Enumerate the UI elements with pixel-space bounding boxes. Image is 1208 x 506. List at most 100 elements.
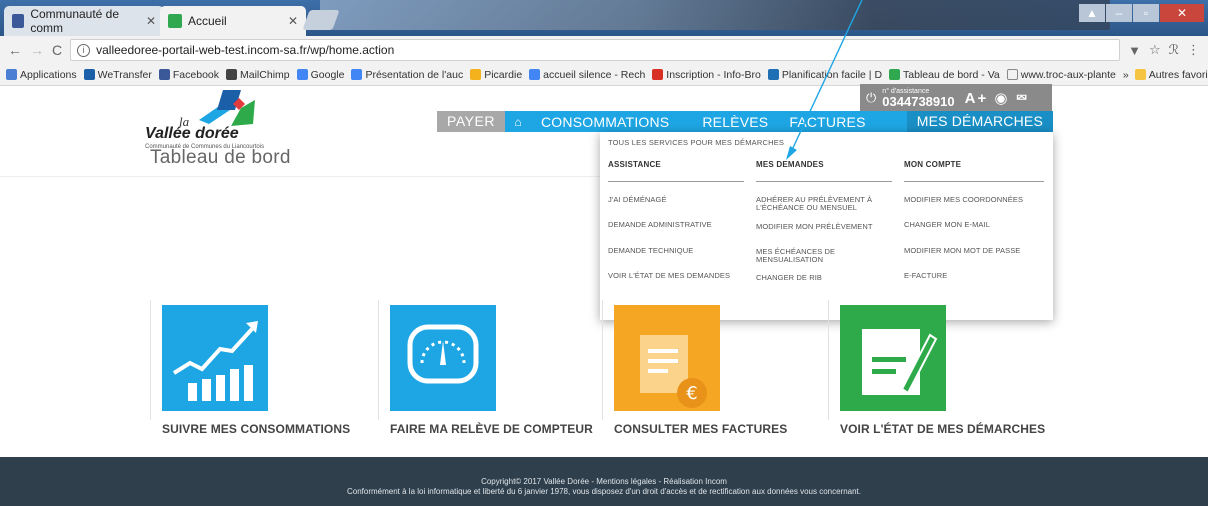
home-icon[interactable]: ⌂ <box>505 115 531 129</box>
meter-gauge-icon <box>390 305 496 411</box>
more-bookmarks-button[interactable]: » <box>1123 69 1129 81</box>
address-bar: ← → C i valleedoree-portail-web-test.inc… <box>0 36 1208 64</box>
dropdown-column-mon-compte: MON COMPTE MODIFIER MES COORDONNÉES CHAN… <box>904 160 1044 300</box>
bookmark-accueil-silence[interactable]: accueil silence - Rech <box>529 69 645 81</box>
forward-icon[interactable]: → <box>30 42 44 58</box>
bookmark-label: Facebook <box>172 68 220 81</box>
all-services-link[interactable]: TOUS LES SERVICES POUR MES DÉMARCHES <box>608 138 1045 147</box>
url-text: valleedoree-portail-web-test.incom-sa.fr… <box>96 43 395 57</box>
link-demenage[interactable]: J'AI DÉMÉNAGÉ <box>608 195 744 204</box>
bookmark-label: WeTransfer <box>97 68 152 81</box>
footer-copyright: Copyright© 2017 Vallée Dorée - Mentions … <box>481 477 727 486</box>
close-window-button[interactable]: ✕ <box>1160 4 1204 22</box>
nav-consommations[interactable]: CONSOMMATIONS <box>531 114 682 130</box>
bookmark-mailchimp[interactable]: MailChimp <box>226 69 290 81</box>
google-icon <box>296 69 308 80</box>
google-icon <box>529 69 541 80</box>
header-divider <box>0 176 600 177</box>
filter-icon[interactable]: ▼ <box>1128 43 1141 58</box>
power-icon[interactable]: ⏻ <box>866 90 876 106</box>
assistance-bar: ⏻ n° d'assistance 0344738910 A+ ◉ ⮹ <box>860 84 1052 111</box>
bookmark-presentation[interactable]: Présentation de l'auc <box>351 69 463 81</box>
link-echeances[interactable]: MES ÉCHÉANCES DE MENSUALISATION <box>756 247 892 265</box>
bookmark-wetransfer[interactable]: WeTransfer <box>83 68 152 81</box>
facebook-icon <box>158 69 170 80</box>
column-title: MES DEMANDES <box>756 160 892 182</box>
footer-legal: Conformément à la loi informatique et li… <box>346 487 862 496</box>
bookmark-troc[interactable]: www.troc-aux-plante <box>1006 68 1116 81</box>
tile-releve[interactable]: FAIRE MA RELÈVE DE COMPTEUR <box>378 300 593 450</box>
menu-icon[interactable]: ⋮ <box>1187 42 1200 58</box>
link-demande-administrative[interactable]: DEMANDE ADMINISTRATIVE <box>608 220 744 229</box>
url-input[interactable]: i valleedoree-portail-web-test.incom-sa.… <box>70 39 1121 61</box>
nav-mes-demarches[interactable]: MES DÉMARCHES <box>906 111 1053 132</box>
link-changer-rib[interactable]: CHANGER DE RIB <box>756 273 892 282</box>
column-title: ASSISTANCE <box>608 160 744 182</box>
tab-title: Communauté de comm <box>30 7 120 35</box>
bookmark-label: Inscription - Info-Bro <box>666 68 761 81</box>
close-tab-icon[interactable]: ✕ <box>288 14 298 28</box>
bookmark-facebook[interactable]: Facebook <box>158 68 220 81</box>
nav-payer[interactable]: PAYER <box>437 111 505 132</box>
link-modifier-coordonnees[interactable]: MODIFIER MES COORDONNÉES <box>904 195 1044 204</box>
user-icon[interactable]: ▲ <box>1079 4 1105 22</box>
facebook-icon <box>12 14 25 28</box>
tabstrip-background <box>320 0 1110 30</box>
bookmark-label: MailChimp <box>240 68 290 81</box>
tile-label: CONSULTER MES FACTURES <box>614 422 788 436</box>
tile-label: VOIR L'ÉTAT DE MES DÉMARCHES <box>840 422 1046 436</box>
tile-label: FAIRE MA RELÈVE DE COMPTEUR <box>390 422 593 436</box>
dropdown-column-mes-demandes: MES DEMANDES ADHÉRER AU PRÉLÈVEMENT À L'… <box>756 160 892 300</box>
bookmarks-bar: Applications WeTransfer Facebook MailChi… <box>0 64 1208 86</box>
info-bro-icon <box>652 69 664 80</box>
bookmark-star-icon[interactable]: ☆ <box>1149 42 1161 58</box>
bookmark-apps[interactable]: Applications <box>6 69 77 81</box>
link-etat-demandes[interactable]: VOIR L'ÉTAT DE MES DEMANDES <box>608 271 744 280</box>
tile-factures[interactable]: € CONSULTER MES FACTURES <box>602 300 802 450</box>
extension-icon[interactable]: ℛ <box>1169 42 1179 58</box>
bookmark-label: Autres favoris <box>1148 68 1208 81</box>
info-icon[interactable]: i <box>77 43 91 57</box>
bookmark-label: Planification facile | D <box>781 68 883 81</box>
tile-demarches[interactable]: VOIR L'ÉTAT DE MES DÉMARCHES <box>828 300 1045 450</box>
link-demande-technique[interactable]: DEMANDE TECHNIQUE <box>608 246 744 255</box>
svg-text:€: € <box>686 383 697 404</box>
bookmark-label: Tableau de bord - Va <box>903 68 1000 81</box>
tab-communaute[interactable]: Communauté de comm ✕ <box>4 6 164 36</box>
link-changer-email[interactable]: CHANGER MON E-MAIL <box>904 220 1044 229</box>
site-favicon-icon <box>889 69 901 80</box>
other-bookmarks[interactable]: Autres favoris <box>1134 68 1208 81</box>
mes-demarches-dropdown: TOUS LES SERVICES POUR MES DÉMARCHES ASS… <box>600 132 1053 320</box>
apps-grid-icon <box>6 69 17 80</box>
dropdown-column-assistance: ASSISTANCE J'AI DÉMÉNAGÉ DEMANDE ADMINIS… <box>608 160 744 300</box>
vallee-doree-logo-icon <box>199 90 255 126</box>
maximize-button[interactable]: ▫ <box>1133 4 1159 22</box>
bookmark-inscription[interactable]: Inscription - Info-Bro <box>652 69 761 81</box>
tab-accueil[interactable]: Accueil ✕ <box>160 6 306 36</box>
nav-releves[interactable]: RELÈVES <box>682 114 781 130</box>
nav-factures[interactable]: FACTURES <box>781 114 878 130</box>
bookmark-picardie[interactable]: Picardie <box>470 69 522 81</box>
wetransfer-icon <box>83 69 95 80</box>
close-tab-icon[interactable]: ✕ <box>146 14 156 28</box>
bookmark-google[interactable]: Google <box>296 69 344 81</box>
site-logo[interactable]: la Vallée dorée Communauté de Communes d… <box>145 88 305 150</box>
column-title: MON COMPTE <box>904 160 1044 182</box>
minimize-button[interactable]: – <box>1106 4 1132 22</box>
folder-icon <box>1134 69 1146 80</box>
doodle-icon <box>767 69 779 80</box>
reload-icon[interactable]: C <box>52 42 62 58</box>
tile-divider <box>602 300 603 420</box>
accessibility-tools[interactable]: A+ ◉ ⮹ <box>965 89 1030 107</box>
link-modifier-prelevement[interactable]: MODIFIER MON PRÉLÈVEMENT <box>756 222 892 231</box>
tile-consommations[interactable]: SUIVRE MES CONSOMMATIONS <box>150 300 350 450</box>
bookmark-label: www.troc-aux-plante <box>1020 68 1116 81</box>
page-title: Tableau de bord <box>150 147 291 168</box>
link-e-facture[interactable]: E-FACTURE <box>904 271 1044 280</box>
bookmark-tableau[interactable]: Tableau de bord - Va <box>889 69 1000 81</box>
window-controls: ▲ – ▫ ✕ <box>1079 4 1204 22</box>
back-icon[interactable]: ← <box>8 42 22 58</box>
link-modifier-mot-de-passe[interactable]: MODIFIER MON MOT DE PASSE <box>904 246 1044 255</box>
link-adherer-prelevement[interactable]: ADHÉRER AU PRÉLÈVEMENT À L'ÉCHÉANCE OU M… <box>756 195 892 213</box>
bookmark-planification[interactable]: Planification facile | D <box>767 68 883 81</box>
